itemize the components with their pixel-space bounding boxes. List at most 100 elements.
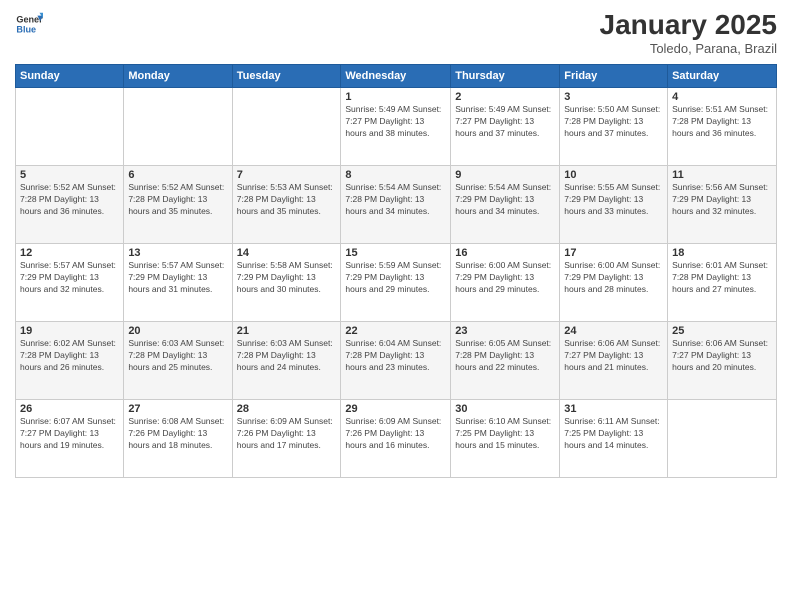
day-info: Sunrise: 5:50 AM Sunset: 7:28 PM Dayligh…: [564, 104, 663, 140]
title-block: January 2025 Toledo, Parana, Brazil: [600, 10, 777, 56]
day-info: Sunrise: 6:09 AM Sunset: 7:26 PM Dayligh…: [345, 416, 446, 452]
calendar-cell: [668, 399, 777, 477]
header: General Blue January 2025 Toledo, Parana…: [15, 10, 777, 56]
calendar-cell: 31Sunrise: 6:11 AM Sunset: 7:25 PM Dayli…: [560, 399, 668, 477]
calendar-cell: 27Sunrise: 6:08 AM Sunset: 7:26 PM Dayli…: [124, 399, 232, 477]
calendar-cell: 20Sunrise: 6:03 AM Sunset: 7:28 PM Dayli…: [124, 321, 232, 399]
day-number: 16: [455, 247, 555, 259]
day-number: 19: [20, 325, 119, 337]
day-number: 5: [20, 169, 119, 181]
calendar-cell: [124, 87, 232, 165]
calendar-cell: 16Sunrise: 6:00 AM Sunset: 7:29 PM Dayli…: [451, 243, 560, 321]
day-number: 1: [345, 91, 446, 103]
day-number: 4: [672, 91, 772, 103]
day-info: Sunrise: 6:09 AM Sunset: 7:26 PM Dayligh…: [237, 416, 337, 452]
day-info: Sunrise: 6:01 AM Sunset: 7:28 PM Dayligh…: [672, 260, 772, 296]
calendar-cell: [232, 87, 341, 165]
day-info: Sunrise: 6:05 AM Sunset: 7:28 PM Dayligh…: [455, 338, 555, 374]
day-number: 7: [237, 169, 337, 181]
day-number: 22: [345, 325, 446, 337]
logo-icon: General Blue: [15, 10, 43, 38]
day-of-week-header: Saturday: [668, 64, 777, 87]
day-info: Sunrise: 5:54 AM Sunset: 7:28 PM Dayligh…: [345, 182, 446, 218]
day-of-week-header: Wednesday: [341, 64, 451, 87]
calendar-cell: 13Sunrise: 5:57 AM Sunset: 7:29 PM Dayli…: [124, 243, 232, 321]
calendar-cell: 12Sunrise: 5:57 AM Sunset: 7:29 PM Dayli…: [16, 243, 124, 321]
calendar-cell: 7Sunrise: 5:53 AM Sunset: 7:28 PM Daylig…: [232, 165, 341, 243]
day-info: Sunrise: 5:59 AM Sunset: 7:29 PM Dayligh…: [345, 260, 446, 296]
day-info: Sunrise: 6:10 AM Sunset: 7:25 PM Dayligh…: [455, 416, 555, 452]
day-number: 13: [128, 247, 227, 259]
calendar-week-row: 12Sunrise: 5:57 AM Sunset: 7:29 PM Dayli…: [16, 243, 777, 321]
calendar-cell: 1Sunrise: 5:49 AM Sunset: 7:27 PM Daylig…: [341, 87, 451, 165]
day-number: 27: [128, 403, 227, 415]
calendar-cell: 8Sunrise: 5:54 AM Sunset: 7:28 PM Daylig…: [341, 165, 451, 243]
calendar-cell: 28Sunrise: 6:09 AM Sunset: 7:26 PM Dayli…: [232, 399, 341, 477]
day-number: 12: [20, 247, 119, 259]
day-info: Sunrise: 5:51 AM Sunset: 7:28 PM Dayligh…: [672, 104, 772, 140]
calendar-cell: 19Sunrise: 6:02 AM Sunset: 7:28 PM Dayli…: [16, 321, 124, 399]
calendar-cell: 4Sunrise: 5:51 AM Sunset: 7:28 PM Daylig…: [668, 87, 777, 165]
day-number: 10: [564, 169, 663, 181]
day-info: Sunrise: 6:06 AM Sunset: 7:27 PM Dayligh…: [672, 338, 772, 374]
day-info: Sunrise: 6:04 AM Sunset: 7:28 PM Dayligh…: [345, 338, 446, 374]
day-info: Sunrise: 5:52 AM Sunset: 7:28 PM Dayligh…: [128, 182, 227, 218]
day-of-week-header: Thursday: [451, 64, 560, 87]
calendar-cell: 24Sunrise: 6:06 AM Sunset: 7:27 PM Dayli…: [560, 321, 668, 399]
day-info: Sunrise: 5:56 AM Sunset: 7:29 PM Dayligh…: [672, 182, 772, 218]
day-info: Sunrise: 6:03 AM Sunset: 7:28 PM Dayligh…: [237, 338, 337, 374]
calendar-cell: 29Sunrise: 6:09 AM Sunset: 7:26 PM Dayli…: [341, 399, 451, 477]
day-number: 11: [672, 169, 772, 181]
calendar-cell: 5Sunrise: 5:52 AM Sunset: 7:28 PM Daylig…: [16, 165, 124, 243]
day-info: Sunrise: 6:00 AM Sunset: 7:29 PM Dayligh…: [564, 260, 663, 296]
calendar-cell: 14Sunrise: 5:58 AM Sunset: 7:29 PM Dayli…: [232, 243, 341, 321]
day-number: 2: [455, 91, 555, 103]
day-number: 20: [128, 325, 227, 337]
calendar-week-row: 5Sunrise: 5:52 AM Sunset: 7:28 PM Daylig…: [16, 165, 777, 243]
day-number: 8: [345, 169, 446, 181]
day-info: Sunrise: 5:58 AM Sunset: 7:29 PM Dayligh…: [237, 260, 337, 296]
day-info: Sunrise: 5:49 AM Sunset: 7:27 PM Dayligh…: [455, 104, 555, 140]
calendar-cell: 22Sunrise: 6:04 AM Sunset: 7:28 PM Dayli…: [341, 321, 451, 399]
day-number: 14: [237, 247, 337, 259]
day-of-week-header: Friday: [560, 64, 668, 87]
calendar-cell: 30Sunrise: 6:10 AM Sunset: 7:25 PM Dayli…: [451, 399, 560, 477]
day-of-week-header: Sunday: [16, 64, 124, 87]
day-number: 30: [455, 403, 555, 415]
day-number: 23: [455, 325, 555, 337]
calendar-cell: 2Sunrise: 5:49 AM Sunset: 7:27 PM Daylig…: [451, 87, 560, 165]
day-info: Sunrise: 6:08 AM Sunset: 7:26 PM Dayligh…: [128, 416, 227, 452]
day-info: Sunrise: 5:53 AM Sunset: 7:28 PM Dayligh…: [237, 182, 337, 218]
day-number: 24: [564, 325, 663, 337]
day-info: Sunrise: 6:11 AM Sunset: 7:25 PM Dayligh…: [564, 416, 663, 452]
calendar-cell: [16, 87, 124, 165]
day-of-week-header: Monday: [124, 64, 232, 87]
calendar-cell: 17Sunrise: 6:00 AM Sunset: 7:29 PM Dayli…: [560, 243, 668, 321]
calendar-week-row: 1 Sunrise: 5:49 AM Sunset: 7:27 PM Daylig…: [16, 87, 777, 165]
calendar-cell: 21Sunrise: 6:03 AM Sunset: 7:28 PM Dayli…: [232, 321, 341, 399]
day-number: 29: [345, 403, 446, 415]
calendar-table: SundayMondayTuesdayWednesdayThursdayFrid…: [15, 64, 777, 478]
day-info: Sunrise: 6:00 AM Sunset: 7:29 PM Dayligh…: [455, 260, 555, 296]
day-info: Sunrise: 6:03 AM Sunset: 7:28 PM Dayligh…: [128, 338, 227, 374]
day-info: Sunrise: 6:07 AM Sunset: 7:27 PM Dayligh…: [20, 416, 119, 452]
calendar-week-row: 19Sunrise: 6:02 AM Sunset: 7:28 PM Dayli…: [16, 321, 777, 399]
day-number: 26: [20, 403, 119, 415]
day-info: Sunrise: 6:02 AM Sunset: 7:28 PM Dayligh…: [20, 338, 119, 374]
day-info: Sunrise: 5:54 AM Sunset: 7:29 PM Dayligh…: [455, 182, 555, 218]
day-number: 31: [564, 403, 663, 415]
day-number: 9: [455, 169, 555, 181]
calendar-cell: 26Sunrise: 6:07 AM Sunset: 7:27 PM Dayli…: [16, 399, 124, 477]
calendar-cell: 11Sunrise: 5:56 AM Sunset: 7:29 PM Dayli…: [668, 165, 777, 243]
calendar-cell: 6Sunrise: 5:52 AM Sunset: 7:28 PM Daylig…: [124, 165, 232, 243]
calendar-cell: 10Sunrise: 5:55 AM Sunset: 7:29 PM Dayli…: [560, 165, 668, 243]
day-info: Sunrise: 5:55 AM Sunset: 7:29 PM Dayligh…: [564, 182, 663, 218]
calendar-cell: 25Sunrise: 6:06 AM Sunset: 7:27 PM Dayli…: [668, 321, 777, 399]
calendar-week-row: 26Sunrise: 6:07 AM Sunset: 7:27 PM Dayli…: [16, 399, 777, 477]
calendar-cell: 9Sunrise: 5:54 AM Sunset: 7:29 PM Daylig…: [451, 165, 560, 243]
day-info: Sunrise: 5:52 AM Sunset: 7:28 PM Dayligh…: [20, 182, 119, 218]
calendar-subtitle: Toledo, Parana, Brazil: [600, 41, 777, 56]
day-number: 17: [564, 247, 663, 259]
logo: General Blue: [15, 10, 43, 38]
day-of-week-header: Tuesday: [232, 64, 341, 87]
